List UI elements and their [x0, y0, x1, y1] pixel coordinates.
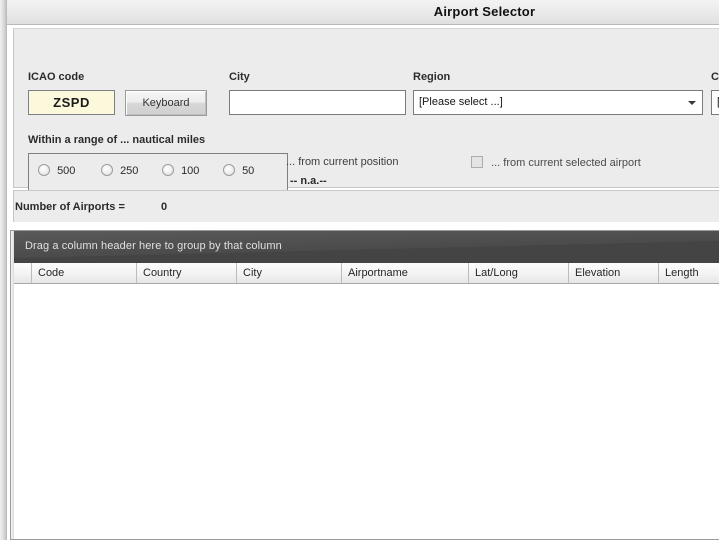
city-input[interactable]	[229, 90, 406, 115]
radio-icon	[223, 164, 235, 176]
country-label: Cou	[711, 71, 719, 83]
grid-header-elevation[interactable]: Elevation	[569, 263, 659, 283]
airport-count-label: Number of Airports =	[15, 201, 125, 213]
airport-count-value: 0	[161, 201, 168, 213]
radio-range-500-label: 500	[57, 165, 76, 177]
grid-header-city[interactable]: City	[237, 263, 342, 283]
grid-header-lat-long[interactable]: Lat/Long	[469, 263, 569, 283]
radio-range-50[interactable]: 50	[223, 164, 254, 180]
from-selected-airport-checkbox[interactable]: ... from current selected airport	[471, 156, 641, 172]
radio-range-50-label: 50	[242, 165, 255, 177]
radio-icon	[38, 164, 50, 176]
window-left-edge	[0, 0, 7, 540]
grid-header-length[interactable]: Length	[659, 263, 719, 283]
search-criteria-panel: ICAO code ZSPD Keyboard City Region [Ple…	[13, 28, 719, 191]
region-label: Region	[413, 71, 451, 83]
radio-icon	[101, 164, 113, 176]
grid-header-airportname[interactable]: Airportname	[342, 263, 469, 283]
region-selected-value: [Please select ...]	[419, 96, 503, 108]
from-selected-airport-label: ... from current selected airport	[491, 157, 641, 169]
range-label: Within a range of ... nautical miles	[28, 134, 206, 146]
radio-range-250[interactable]: 250	[101, 164, 138, 180]
grid-header-row: Code Country City Airportname Lat/Long Elevat…	[14, 263, 719, 284]
airport-count-panel: Number of Airports = 0	[13, 190, 719, 222]
airports-grid: Drag a column header here to group by th…	[10, 230, 719, 540]
grid-body[interactable]	[14, 284, 719, 539]
window-title: Airport Selector	[433, 4, 536, 19]
grid-header-indicator[interactable]	[14, 263, 32, 283]
radio-icon	[162, 164, 174, 176]
window-titlebar: Airport Selector	[7, 0, 719, 25]
icao-code-field[interactable]: ZSPD	[28, 90, 115, 115]
city-label: City	[229, 71, 250, 83]
chevron-down-icon	[688, 101, 696, 105]
from-current-position-label: ... from current position	[286, 156, 399, 168]
icao-code-label: ICAO code	[28, 71, 85, 83]
group-panel-hint: Drag a column header here to group by th…	[25, 240, 282, 252]
range-radio-group: 500 250 100 50	[28, 153, 288, 191]
airport-selector-window: Airport Selector ICAO code ZSPD Keyboard…	[0, 0, 719, 540]
radio-range-100[interactable]: 100	[162, 164, 199, 180]
checkbox-icon	[471, 156, 483, 168]
grid-header-country[interactable]: Country	[137, 263, 237, 283]
radio-range-250-label: 250	[120, 165, 139, 177]
country-combobox[interactable]: [Ple	[711, 90, 719, 115]
from-current-position-value: -- n.a.--	[290, 175, 327, 187]
region-combobox[interactable]: [Please select ...]	[413, 90, 703, 115]
keyboard-button[interactable]: Keyboard	[125, 90, 207, 116]
grid-group-panel[interactable]: Drag a column header here to group by th…	[14, 231, 719, 263]
radio-range-500[interactable]: 500	[38, 164, 75, 180]
grid-header-code[interactable]: Code	[32, 263, 137, 283]
radio-range-100-label: 100	[181, 165, 200, 177]
